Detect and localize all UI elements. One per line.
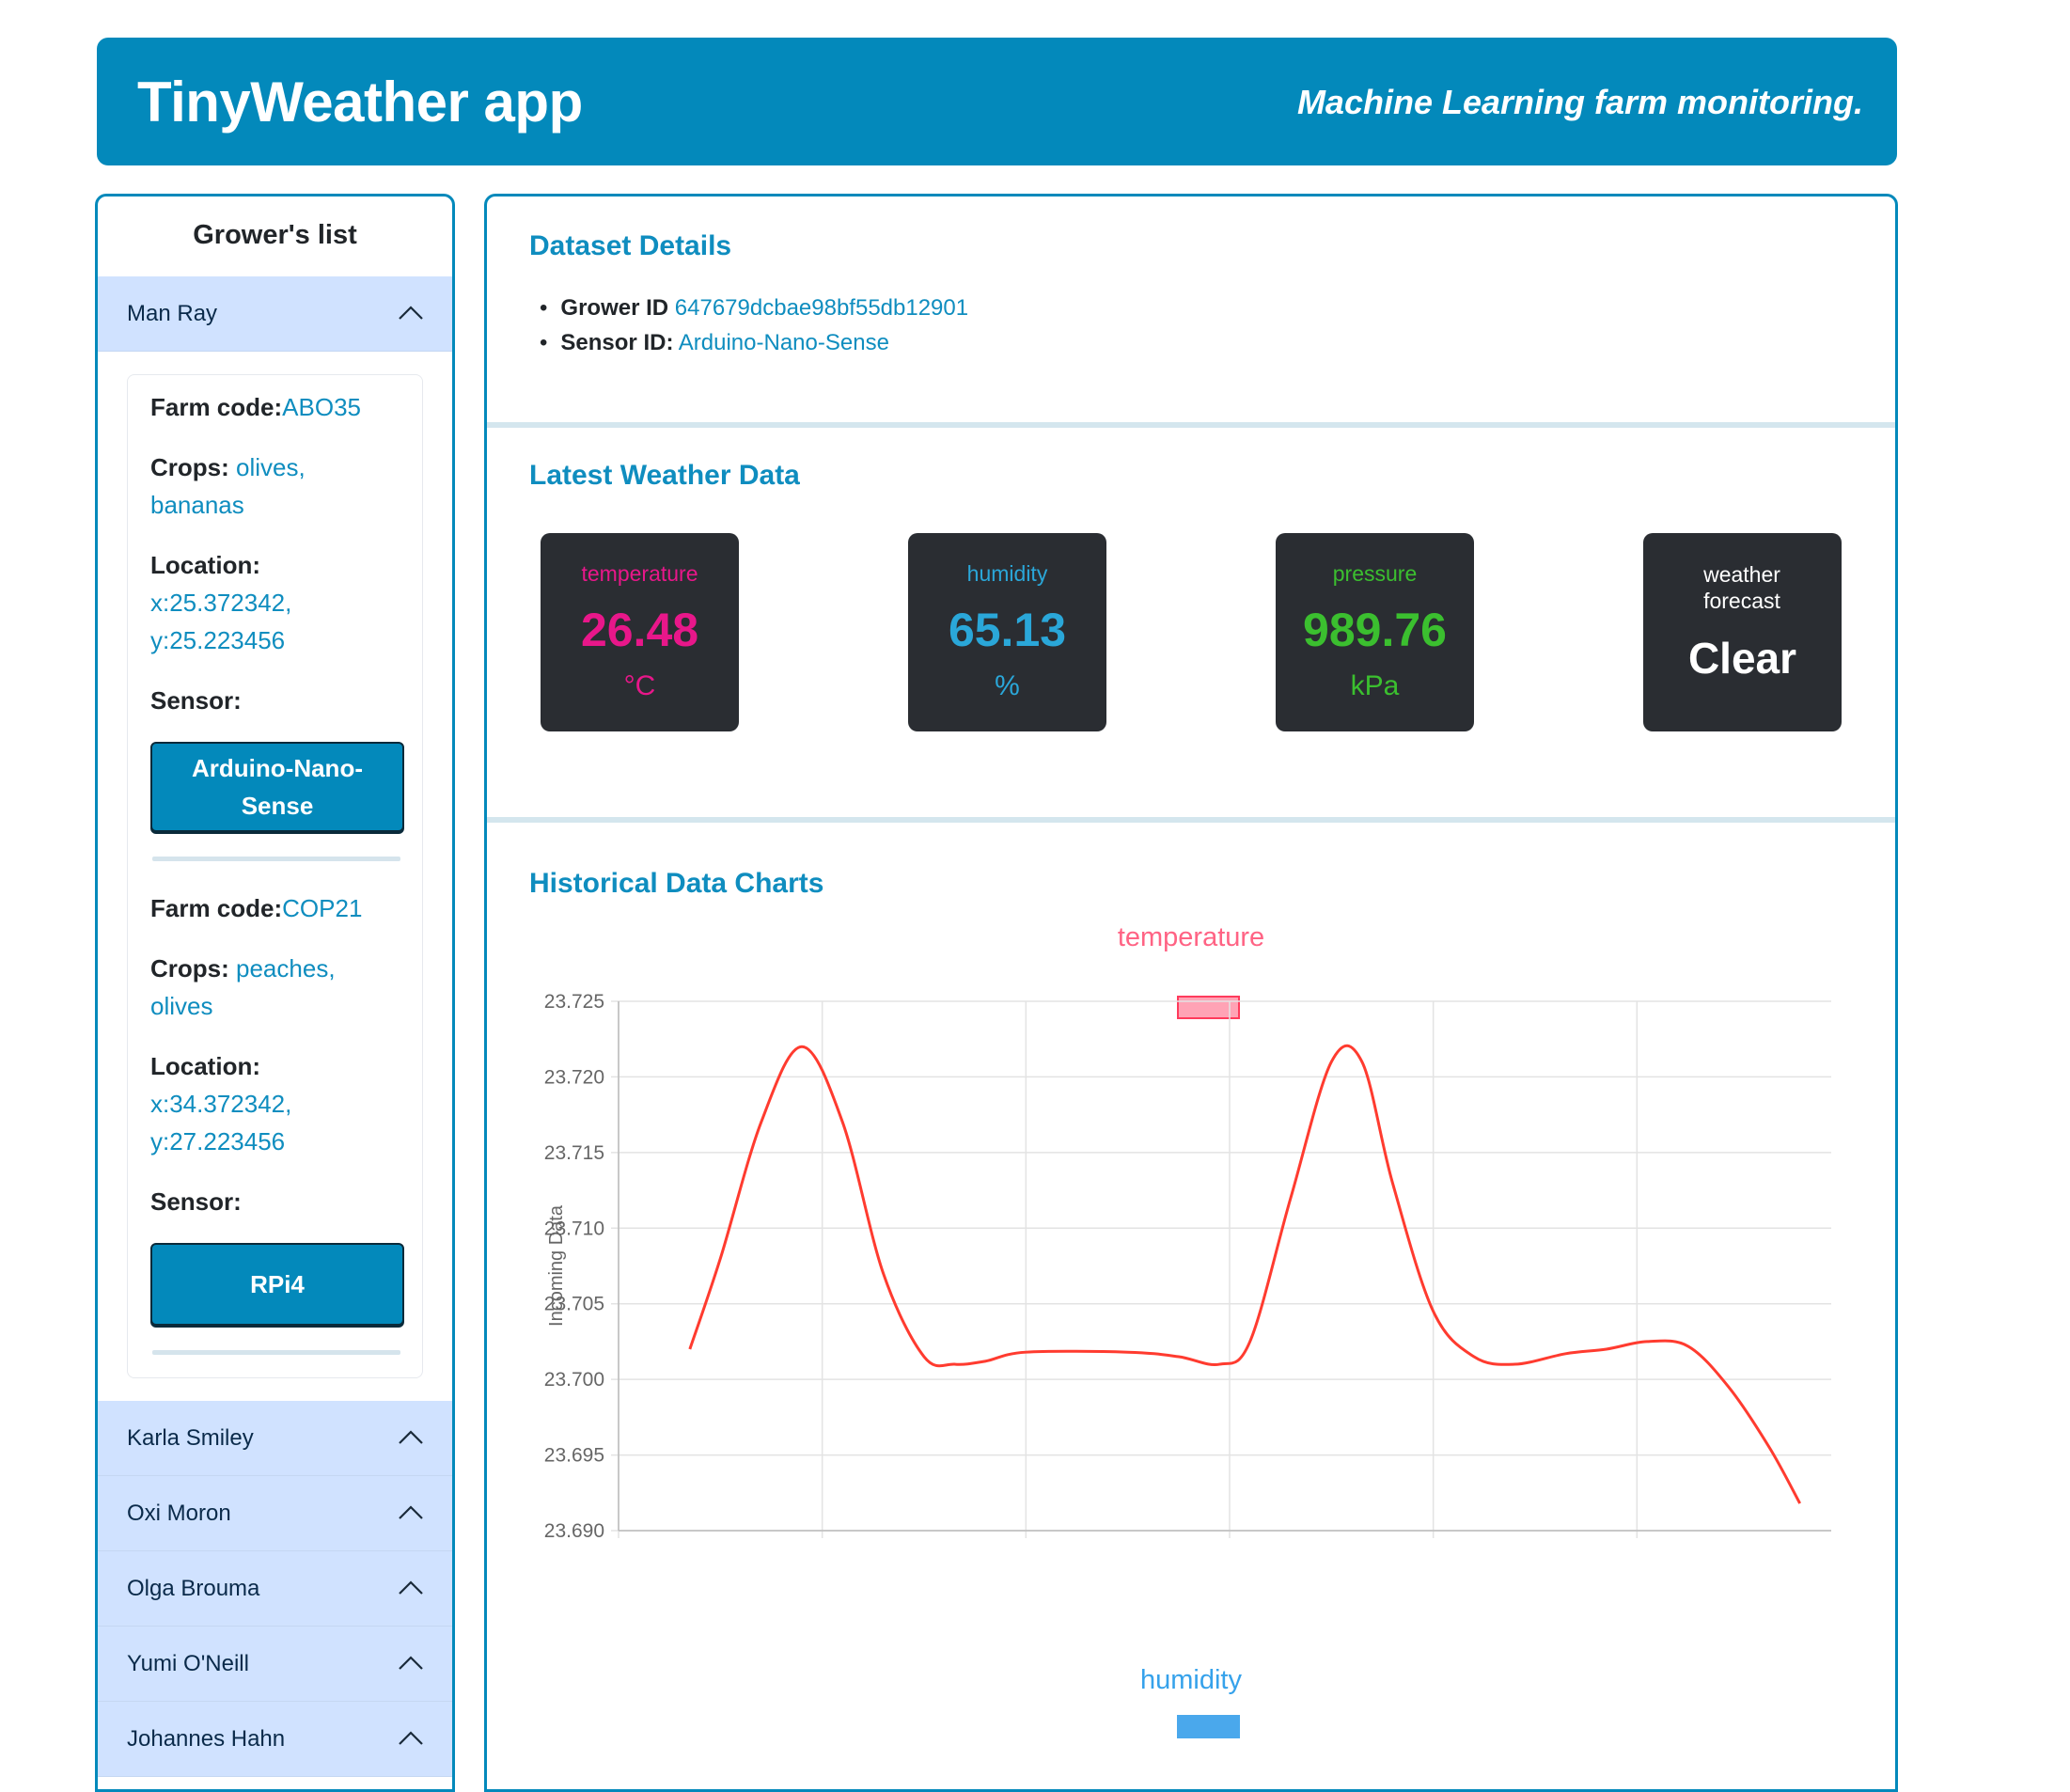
sensor-label: Sensor: — [150, 1187, 242, 1216]
historical-charts-title: Historical Data Charts — [529, 868, 824, 899]
y-tick-label: 23.720 — [544, 1066, 604, 1088]
forecast-card: weather forecast Clear — [1643, 533, 1842, 731]
main-panel: Dataset Details Grower ID 647679dcbae98b… — [484, 194, 1898, 1792]
sensor-label: Sensor: — [150, 686, 242, 715]
dataset-details-list: Grower ID 647679dcbae98bf55db12901 Senso… — [540, 291, 968, 360]
grower-accordion-oxi-moron[interactable]: Oxi Moron — [98, 1476, 452, 1551]
humidity-card: humidity 65.13 % — [908, 533, 1106, 731]
sensor-row: Sensor: — [150, 1183, 400, 1220]
farm-list-card: Farm code:ABO35 Crops: olives, bananas L… — [127, 374, 423, 1378]
latest-weather-title: Latest Weather Data — [529, 460, 800, 491]
grower-name: Oxi Moron — [127, 1501, 231, 1526]
grower-name: Yumi O'Neill — [127, 1651, 249, 1676]
y-tick-label: 23.715 — [544, 1142, 604, 1164]
sensor-id-label: Sensor ID: — [560, 330, 674, 355]
card-name: pressure — [1332, 561, 1418, 586]
farm-code-row: Farm code:ABO35 — [150, 388, 400, 426]
location-y: y:25.223456 — [150, 626, 286, 654]
grower-accordion-karla-smiley[interactable]: Karla Smiley — [98, 1401, 452, 1476]
card-name: temperature — [581, 561, 698, 586]
chevron-up-icon — [399, 1731, 423, 1745]
location-y: y:27.223456 — [150, 1127, 286, 1155]
crops-row: Crops: olives, bananas — [150, 448, 400, 524]
grower-name: Olga Brouma — [127, 1576, 260, 1601]
location-x: x:34.372342, — [150, 1090, 292, 1118]
location-row: Location: x:34.372342, y:27.223456 — [150, 1047, 400, 1160]
card-unit: °C — [623, 670, 656, 701]
chevron-up-icon — [399, 1656, 423, 1670]
sensor-row: Sensor: — [150, 682, 400, 719]
card-value: 989.76 — [1303, 604, 1447, 656]
crops-label: Crops: — [150, 453, 229, 481]
grower-name: Johannes Hahn — [127, 1726, 286, 1752]
grower-accordion-body: Farm code:ABO35 Crops: olives, bananas L… — [98, 352, 452, 1401]
y-tick-label: 23.700 — [544, 1369, 604, 1391]
grower-accordion-yumi-oneill[interactable]: Yumi O'Neill — [98, 1627, 452, 1702]
crops-row: Crops: peaches, olives — [150, 950, 400, 1025]
growers-sidebar: Grower's list Man Ray Farm code:ABO35 Cr… — [95, 194, 455, 1792]
farm-code-value: COP21 — [282, 894, 363, 922]
farm-code-value: ABO35 — [282, 393, 361, 421]
chevron-up-icon — [399, 1580, 423, 1595]
chart-title: temperature — [1117, 922, 1265, 952]
legend-swatch-humidity[interactable] — [1177, 1715, 1240, 1738]
pressure-card: pressure 989.76 kPa — [1276, 533, 1474, 731]
y-tick-label: 23.725 — [544, 991, 604, 1013]
card-value: 26.48 — [580, 604, 699, 656]
y-tick-label: 23.690 — [544, 1520, 604, 1542]
grower-accordion-johannes-hahn[interactable]: Johannes Hahn — [98, 1702, 452, 1777]
card-value: 65.13 — [948, 604, 1067, 656]
y-axis-label: Incoming Data — [546, 1204, 567, 1327]
app-subtitle: Machine Learning farm monitoring. — [1296, 83, 1863, 121]
latest-weather-section: Latest Weather Data temperature 26.48 °C… — [487, 433, 1895, 823]
sensor-button-rpi4[interactable]: RPi4 — [150, 1243, 404, 1326]
crops-label: Crops: — [150, 954, 229, 982]
grower-accordion-man-ray[interactable]: Man Ray — [98, 276, 452, 352]
grower-name: Man Ray — [127, 301, 218, 326]
sensor-id-item: Sensor ID: Arduino-Nano-Sense — [540, 325, 968, 360]
chevron-up-icon — [399, 306, 423, 320]
farm-divider — [152, 857, 400, 861]
location-x: x:25.372342, — [150, 589, 292, 617]
location-label: Location: — [150, 1052, 260, 1080]
sensor-button-arduino[interactable]: Arduino-Nano-Sense — [150, 742, 404, 832]
y-tick-label: 23.695 — [544, 1445, 604, 1467]
second-chart-title: humidity — [1140, 1665, 1242, 1695]
grower-name: Karla Smiley — [127, 1425, 254, 1451]
location-label: Location: — [150, 551, 260, 579]
card-name: weather forecast — [1703, 562, 1780, 613]
card-unit: % — [995, 670, 1020, 701]
sensor-id-value: Arduino-Nano-Sense — [678, 330, 889, 355]
grower-id-item: Grower ID 647679dcbae98bf55db12901 — [540, 291, 968, 325]
sidebar-title: Grower's list — [193, 220, 357, 250]
farm-code-label: Farm code: — [150, 894, 283, 922]
grower-accordion-olga-brouma[interactable]: Olga Brouma — [98, 1551, 452, 1627]
grower-id-label: Grower ID — [560, 295, 669, 321]
chevron-up-icon — [399, 1505, 423, 1519]
farm-code-label: Farm code: — [150, 393, 283, 421]
card-value: Clear — [1687, 634, 1797, 683]
dataset-details-section: Dataset Details Grower ID 647679dcbae98b… — [487, 196, 1895, 428]
series-line-temperature — [688, 1044, 1801, 1504]
card-name: humidity — [966, 561, 1048, 586]
chevron-up-icon — [399, 1430, 423, 1444]
historical-charts-section: Historical Data Charts temperature 02000… — [487, 828, 1895, 1789]
location-row: Location: x:25.372342, y:25.223456 — [150, 546, 400, 659]
temperature-chart: 02000400060008000100001200023.69023.6952… — [544, 991, 1831, 1542]
grower-id-value: 647679dcbae98bf55db12901 — [674, 295, 969, 321]
app-header: TinyWeather app Machine Learning farm mo… — [97, 38, 1897, 165]
farm-code-row: Farm code:COP21 — [150, 889, 400, 927]
temperature-card: temperature 26.48 °C — [541, 533, 739, 731]
app-title: TinyWeather app — [137, 71, 583, 134]
card-unit: kPa — [1350, 670, 1400, 701]
dataset-details-title: Dataset Details — [529, 230, 732, 261]
farm-divider — [152, 1350, 400, 1355]
